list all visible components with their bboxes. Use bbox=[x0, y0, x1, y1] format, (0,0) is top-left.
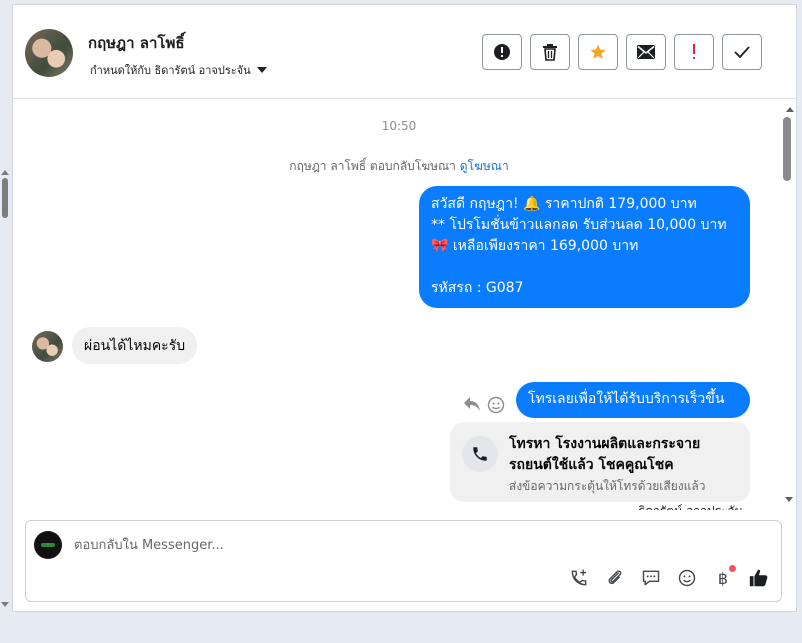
header-toolbar bbox=[482, 34, 762, 70]
composer-toolbar: ฿ bbox=[568, 565, 770, 589]
message-timestamp: 10:50 bbox=[381, 119, 417, 133]
trash-icon bbox=[543, 44, 557, 61]
delete-button[interactable] bbox=[530, 34, 570, 70]
phone-icon bbox=[473, 447, 487, 461]
scroll-down-icon[interactable] bbox=[785, 497, 793, 502]
assign-label: กำหนดให้กับ ธิดารัตน์ อาจประจัน bbox=[90, 64, 251, 77]
sender-label: ธิดารัตน์ อาจประจัน bbox=[638, 502, 743, 510]
done-button[interactable] bbox=[722, 34, 762, 70]
like-button[interactable] bbox=[748, 567, 770, 589]
caret-down-icon bbox=[256, 67, 267, 73]
message-line: 🎀 เหลือเพียงราคา 169,000 บาท bbox=[431, 238, 639, 254]
check-icon bbox=[734, 46, 750, 58]
message-line bbox=[431, 257, 738, 278]
scroll-up-icon[interactable] bbox=[786, 107, 794, 112]
chat-bubble-icon bbox=[642, 570, 660, 586]
page-scroll-down-icon[interactable] bbox=[1, 602, 9, 607]
phone-circle bbox=[462, 436, 498, 472]
ad-reply-notice: กฤษฎา ลาโพธิ์ ตอบกลับโฆษณา ดูโฆษณา bbox=[13, 157, 785, 176]
assign-dropdown[interactable]: กำหนดให้กับ ธิดารัตน์ อาจประจัน bbox=[90, 61, 267, 79]
call-card-title: โทรหา โรงงานผลิตและกระจายรถยนต์ใช้แล้ว โ… bbox=[509, 436, 701, 473]
app-frame: กฤษฎา ลาโพธิ์ กำหนดให้กับ ธิดารัตน์ อาจป… bbox=[0, 0, 802, 643]
star-button[interactable] bbox=[578, 34, 618, 70]
incoming-message[interactable]: ผ่อนได้ไหมคะรับ bbox=[72, 327, 198, 364]
smiley-icon bbox=[678, 569, 696, 587]
call-card-subtitle: ส่งข้อความกระตุ้นให้โทรด้วยเสียงแล้ว bbox=[509, 479, 706, 493]
contact-avatar[interactable] bbox=[25, 29, 73, 77]
message-line: สวัสดี กฤษฎา! 🔔 ราคาปกติ 179,000 บาท bbox=[431, 196, 697, 212]
outgoing-message[interactable]: สวัสดี กฤษฎา! 🔔 ราคาปกติ 179,000 บาท ** … bbox=[419, 186, 750, 308]
thumbs-up-icon bbox=[749, 569, 768, 587]
reply-input[interactable] bbox=[74, 535, 754, 555]
conversation-panel: กฤษฎา ลาโพธิ์ กำหนดให้กับ ธิดารัตน์ อาจป… bbox=[12, 4, 797, 612]
envelope-icon bbox=[637, 45, 655, 59]
message-line: รหัสรถ : G087 bbox=[431, 280, 524, 296]
reply-composer: ฿ bbox=[25, 520, 782, 602]
smiley-react-icon[interactable] bbox=[487, 396, 505, 414]
call-request-card[interactable]: โทรหา โรงงานผลิตและกระจายรถยนต์ใช้แล้ว โ… bbox=[450, 422, 750, 502]
ad-reply-text: กฤษฎา ลาโพธิ์ ตอบกลับโฆษณา bbox=[289, 159, 456, 173]
view-ad-link[interactable]: ดูโฆษณา bbox=[460, 159, 509, 173]
message-thread[interactable]: 10:50 กฤษฎา ลาโพธิ์ ตอบกลับโฆษณา ดูโฆษณา… bbox=[13, 100, 785, 510]
attach-button[interactable] bbox=[604, 567, 626, 589]
sender-avatar[interactable] bbox=[32, 331, 63, 362]
follow-up-button[interactable] bbox=[674, 34, 714, 70]
outgoing-message[interactable]: โทรเลยเพื่อให้ได้รับบริการเร็วขึ้น bbox=[516, 382, 750, 418]
page-scroll-up-icon[interactable] bbox=[1, 170, 9, 175]
scrollbar-thumb[interactable] bbox=[783, 117, 791, 181]
phone-plus-icon bbox=[571, 569, 587, 586]
reply-icon[interactable] bbox=[463, 396, 481, 412]
payment-button[interactable]: ฿ bbox=[712, 565, 736, 589]
paperclip-icon bbox=[608, 570, 622, 585]
spam-button[interactable] bbox=[482, 34, 522, 70]
mark-unread-button[interactable] bbox=[626, 34, 666, 70]
alert-circle-icon bbox=[494, 44, 510, 60]
exclamation-icon bbox=[693, 44, 695, 59]
star-icon bbox=[590, 44, 606, 59]
emoji-button[interactable] bbox=[676, 567, 698, 589]
message-line: ** โปรโมชั่นข้าวแลกลด รับส่วนลด 10,000 บ… bbox=[431, 217, 727, 233]
page-avatar bbox=[34, 531, 62, 559]
conversation-header: กฤษฎา ลาโพธิ์ กำหนดให้กับ ธิดารัตน์ อาจป… bbox=[13, 5, 796, 99]
baht-icon: ฿ bbox=[717, 568, 729, 588]
saved-replies-button[interactable] bbox=[640, 567, 662, 589]
notification-dot bbox=[729, 565, 736, 572]
page-scrollbar-thumb[interactable] bbox=[2, 178, 8, 218]
contact-name[interactable]: กฤษฎา ลาโพธิ์ bbox=[88, 31, 184, 55]
call-request-button[interactable] bbox=[568, 567, 590, 589]
